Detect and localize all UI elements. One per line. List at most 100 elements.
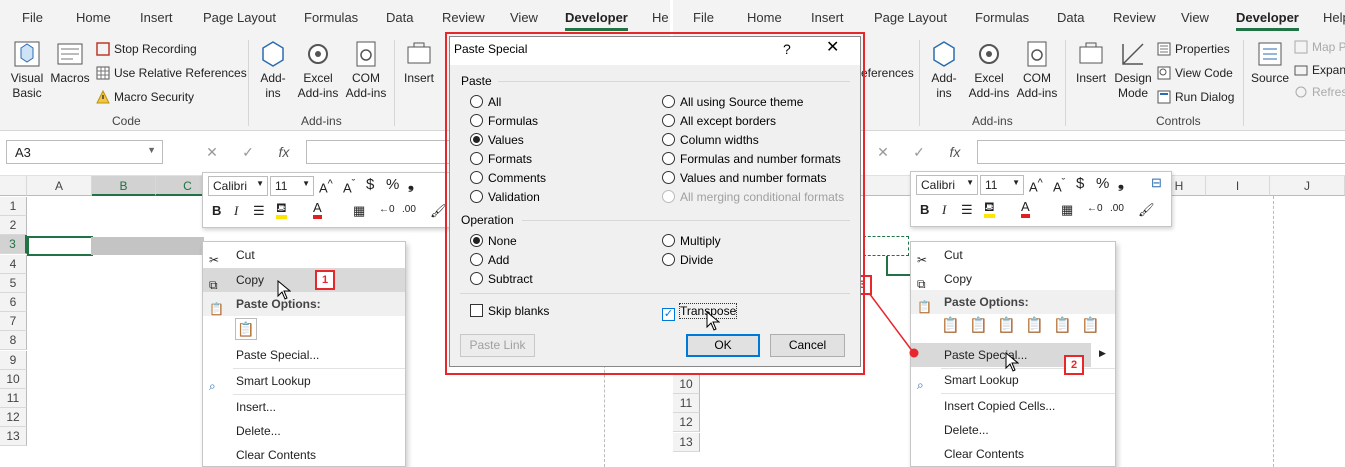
radio-option[interactable]: Multiply bbox=[662, 234, 721, 248]
row-header[interactable]: 10 bbox=[0, 369, 27, 389]
tab-developer[interactable]: Developer bbox=[565, 10, 628, 31]
ok-button[interactable]: OK bbox=[686, 334, 760, 357]
italic-icon[interactable]: I bbox=[234, 203, 238, 219]
fill-color-icon[interactable]: ⛾ bbox=[984, 200, 995, 218]
relative-references-partial[interactable]: eferences bbox=[861, 66, 914, 80]
radio-option[interactable]: Validation bbox=[470, 190, 540, 204]
row-header[interactable]: 4 bbox=[0, 254, 27, 274]
radio-option[interactable]: All except borders bbox=[662, 114, 776, 128]
bold-icon[interactable]: B bbox=[212, 203, 221, 218]
tab-insert[interactable]: Insert bbox=[140, 10, 173, 25]
borders-icon[interactable]: ▦ bbox=[1061, 202, 1073, 218]
row-header[interactable]: 11 bbox=[0, 389, 27, 408]
font-size-box[interactable]: 11 ▼ bbox=[980, 175, 1024, 195]
row-header[interactable]: 12 bbox=[0, 408, 27, 428]
design-mode-button[interactable]: Design Mode bbox=[1113, 39, 1153, 101]
row-header[interactable]: 13 bbox=[0, 427, 27, 447]
row-header[interactable]: 6 bbox=[0, 293, 27, 312]
font-color-icon[interactable]: A bbox=[313, 201, 322, 219]
decrease-decimal-icon[interactable]: .00 bbox=[402, 204, 416, 215]
wrap-text-icon[interactable]: ⊟ bbox=[1151, 175, 1162, 191]
tab-review[interactable]: Review bbox=[442, 10, 485, 25]
tab-review[interactable]: Review bbox=[1113, 10, 1156, 25]
insert-function-icon[interactable]: fx bbox=[266, 140, 302, 164]
enter-icon[interactable]: ✓ bbox=[230, 140, 266, 164]
tab-formulas[interactable]: Formulas bbox=[304, 10, 358, 25]
increase-font-icon[interactable]: A^ bbox=[1029, 177, 1043, 194]
tab-home[interactable]: Home bbox=[76, 10, 111, 25]
tab-insert[interactable]: Insert bbox=[811, 10, 844, 25]
radio-option[interactable]: Values bbox=[470, 133, 524, 147]
increase-font-icon[interactable]: A^ bbox=[319, 178, 333, 195]
cancel-button[interactable]: Cancel bbox=[770, 334, 845, 357]
stop-recording-button[interactable]: Stop Recording bbox=[96, 42, 197, 56]
menu-item-copy[interactable]: ⧉ Copy bbox=[203, 268, 405, 292]
tab-page-layout[interactable]: Page Layout bbox=[874, 10, 947, 25]
row-header[interactable]: 13 bbox=[673, 432, 700, 452]
borders-icon[interactable]: ▦ bbox=[353, 203, 365, 219]
currency-icon[interactable]: $ bbox=[366, 176, 374, 193]
radio-option[interactable]: All using Source theme bbox=[662, 95, 803, 109]
row-header[interactable]: 8 bbox=[0, 331, 27, 351]
tab-data[interactable]: Data bbox=[1057, 10, 1084, 25]
column-header[interactable]: J bbox=[1270, 176, 1345, 196]
font-size-box[interactable]: 11 ▼ bbox=[270, 176, 314, 196]
decrease-font-icon[interactable]: Aˇ bbox=[343, 178, 355, 195]
tab-file[interactable]: File bbox=[22, 10, 43, 25]
paste-icon[interactable]: 📋 bbox=[941, 316, 960, 334]
tab-formulas[interactable]: Formulas bbox=[975, 10, 1029, 25]
row-header[interactable]: 7 bbox=[0, 312, 27, 332]
row-header[interactable]: 9 bbox=[0, 350, 27, 370]
transpose-checkbox[interactable]: ✓ Transpose bbox=[662, 303, 738, 321]
tab-file[interactable]: File bbox=[693, 10, 714, 25]
menu-item-smart-lookup[interactable]: ⌕ Smart Lookup bbox=[203, 369, 405, 393]
excel-addins-button[interactable]: Excel Add-ins bbox=[295, 39, 341, 101]
font-name-box[interactable]: Calibri ▼ bbox=[916, 175, 978, 195]
row-header[interactable]: 3 bbox=[0, 235, 27, 255]
help-button[interactable]: ? bbox=[783, 37, 791, 61]
com-addins-button[interactable]: COM Add-ins bbox=[1014, 39, 1060, 101]
paste-transpose-icon[interactable]: 📋 bbox=[1025, 316, 1044, 334]
enter-icon[interactable]: ✓ bbox=[901, 140, 937, 164]
submenu-arrow-icon[interactable]: ▶ bbox=[1099, 348, 1106, 359]
skip-blanks-checkbox[interactable]: Skip blanks bbox=[470, 304, 549, 318]
paste-formatting-icon[interactable]: 📋 bbox=[1053, 316, 1072, 334]
insert-controls-button[interactable]: Insert bbox=[400, 39, 438, 86]
addins-button[interactable]: Add-ins bbox=[255, 39, 291, 101]
radio-option[interactable]: Values and number formats bbox=[662, 171, 827, 185]
decrease-decimal-icon[interactable]: .00 bbox=[1110, 203, 1124, 214]
menu-item-paste-special[interactable]: Paste Special... bbox=[203, 343, 405, 367]
row-header[interactable]: 10 bbox=[673, 375, 700, 394]
paste-formulas-icon[interactable]: 📋 bbox=[997, 316, 1016, 334]
macro-security-button[interactable]: Macro Security bbox=[96, 90, 194, 104]
comma-style-icon[interactable]: ❟ bbox=[1118, 175, 1124, 192]
paste-target-cell[interactable] bbox=[886, 256, 911, 276]
radio-option[interactable]: Formats bbox=[470, 152, 532, 166]
tab-data[interactable]: Data bbox=[386, 10, 413, 25]
menu-item-insert-copied-cells[interactable]: Insert Copied Cells... bbox=[911, 394, 1115, 418]
tab-view[interactable]: View bbox=[510, 10, 538, 25]
increase-decimal-icon[interactable]: ←0 bbox=[379, 204, 395, 215]
percent-icon[interactable]: % bbox=[386, 176, 399, 193]
paste-link-button[interactable]: Paste Link bbox=[460, 334, 535, 357]
menu-item-delete[interactable]: Delete... bbox=[911, 418, 1115, 442]
view-code-button[interactable]: View Code bbox=[1157, 66, 1233, 80]
row-header[interactable]: 1 bbox=[0, 197, 27, 216]
map-properties-button[interactable]: Map P bbox=[1294, 40, 1345, 54]
radio-option[interactable]: Column widths bbox=[662, 133, 759, 147]
menu-item-cut[interactable]: ✂ Cut bbox=[911, 243, 1115, 267]
row-header[interactable]: 12 bbox=[673, 413, 700, 433]
menu-item-clear-contents[interactable]: Clear Contents bbox=[911, 442, 1115, 466]
decrease-font-icon[interactable]: Aˇ bbox=[1053, 177, 1065, 194]
radio-option[interactable]: None bbox=[470, 234, 517, 248]
radio-option[interactable]: Subtract bbox=[470, 272, 533, 286]
font-name-box[interactable]: Calibri ▼ bbox=[208, 176, 268, 196]
excel-addins-button[interactable]: Excel Add-ins bbox=[966, 39, 1012, 101]
comma-style-icon[interactable]: ❟ bbox=[408, 176, 414, 193]
currency-icon[interactable]: $ bbox=[1076, 175, 1084, 192]
properties-button[interactable]: Properties bbox=[1157, 42, 1230, 56]
insert-controls-button[interactable]: Insert bbox=[1071, 39, 1111, 86]
radio-option[interactable]: Formulas and number formats bbox=[662, 152, 841, 166]
row-header[interactable]: 11 bbox=[673, 394, 700, 414]
radio-option[interactable]: Divide bbox=[662, 253, 713, 267]
